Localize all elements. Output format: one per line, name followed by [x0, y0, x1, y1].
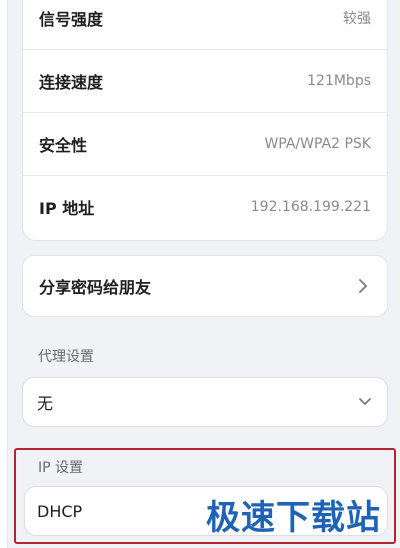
signal-strength-value: 较强	[343, 11, 371, 27]
ip-settings-selected-value: DHCP	[37, 501, 83, 521]
row-security: 安全性 WPA/WPA2 PSK	[23, 113, 387, 175]
proxy-settings-label: 代理设置	[38, 349, 94, 365]
network-info-card: 信号强度 较强 连接速度 121Mbps 安全性 WPA/WPA2 PSK IP…	[22, 0, 388, 241]
share-password-button[interactable]: 分享密码给朋友	[22, 255, 388, 317]
signal-strength-label: 信号强度	[39, 10, 104, 29]
ip-settings-label: IP 设置	[38, 460, 84, 476]
chevron-down-icon	[357, 394, 373, 410]
row-signal-strength: 信号强度 较强	[23, 0, 387, 49]
security-label: 安全性	[39, 136, 88, 155]
watermark-logo: 极速下载站	[206, 498, 381, 538]
proxy-selected-value: 无	[37, 394, 54, 413]
connection-speed-value: 121Mbps	[307, 73, 371, 89]
ip-address-label: IP 地址	[39, 199, 95, 218]
security-value: WPA/WPA2 PSK	[264, 136, 371, 152]
chevron-right-icon	[355, 278, 371, 294]
connection-speed-label: 连接速度	[39, 73, 104, 92]
left-edge-strip	[0, 0, 8, 548]
wifi-details-screen: 信号强度 较强 连接速度 121Mbps 安全性 WPA/WPA2 PSK IP…	[0, 0, 400, 548]
row-ip-address: IP 地址 192.168.199.221	[23, 176, 387, 238]
row-connection-speed: 连接速度 121Mbps	[23, 50, 387, 112]
share-password-label: 分享密码给朋友	[39, 278, 152, 297]
ip-address-value: 192.168.199.221	[250, 199, 371, 215]
proxy-select[interactable]: 无	[22, 377, 388, 427]
